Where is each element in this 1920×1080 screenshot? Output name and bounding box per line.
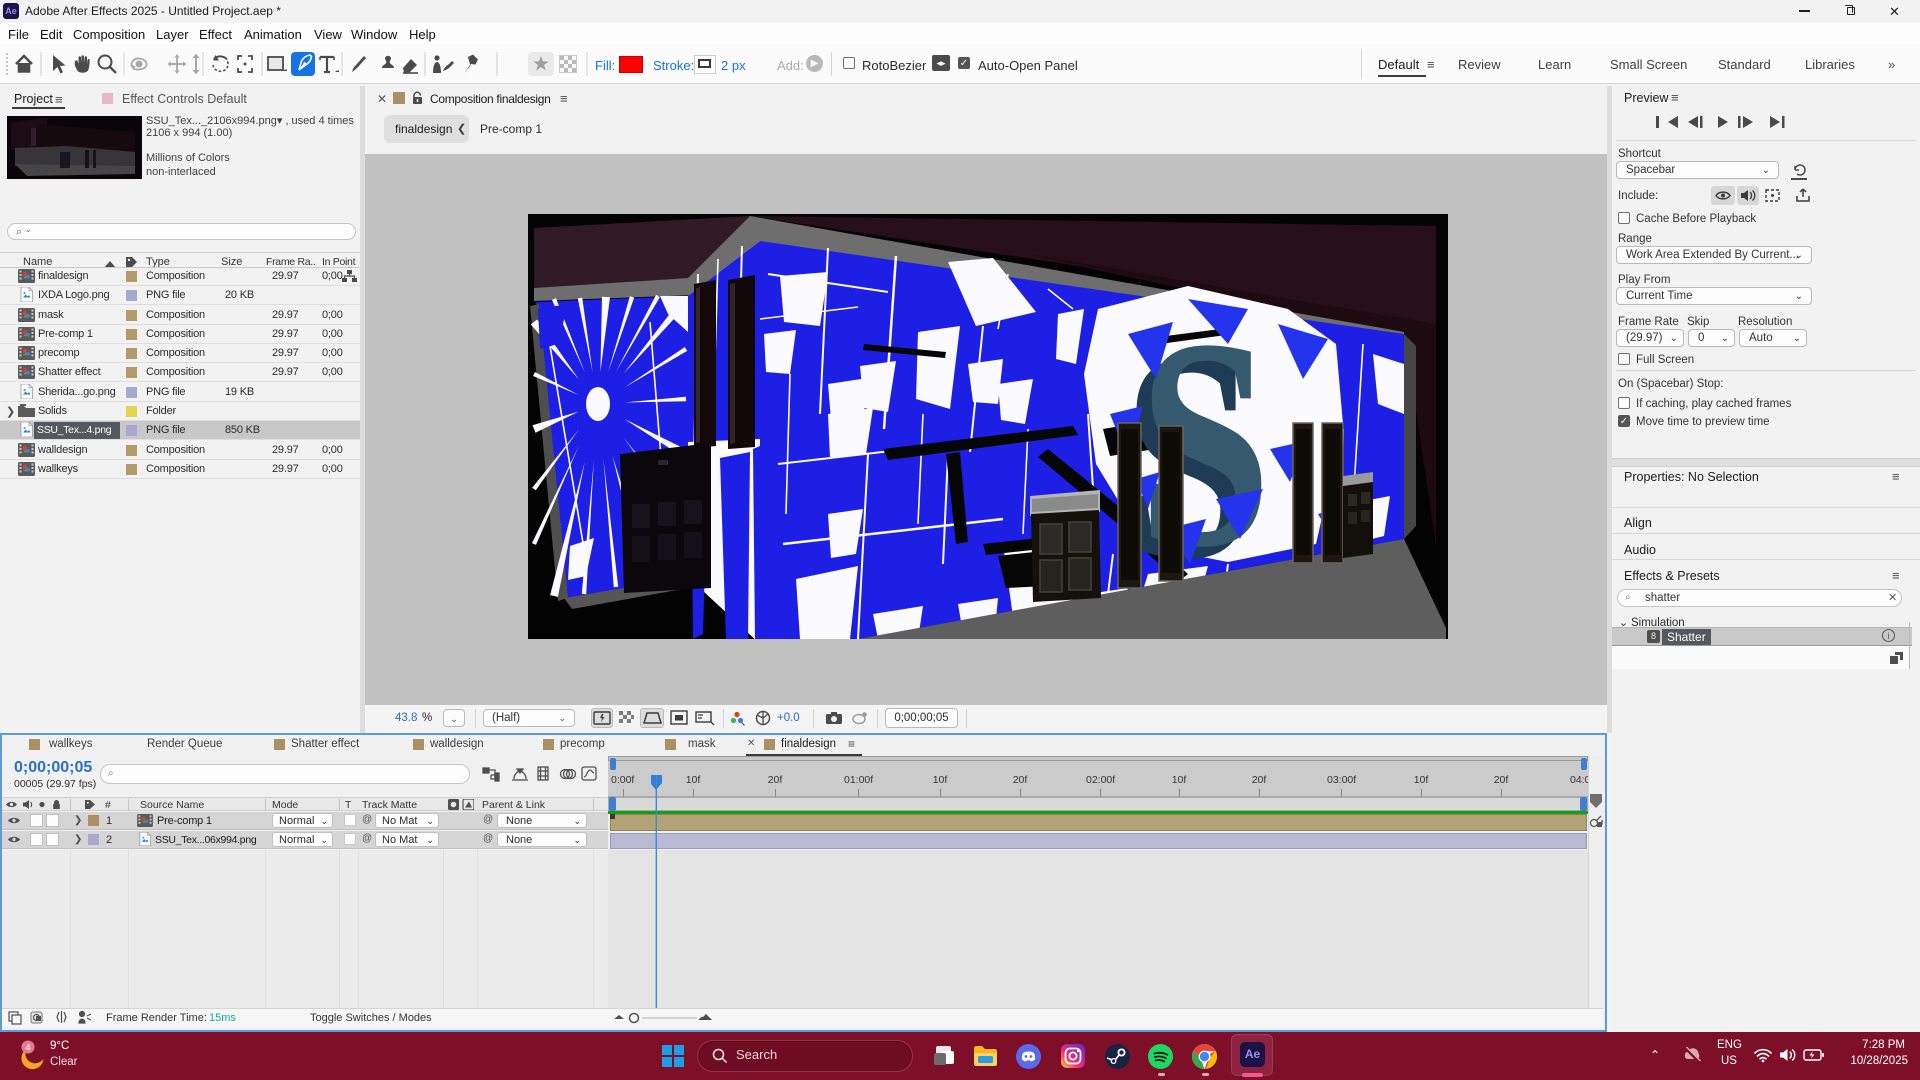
svg-text:4: 4 bbox=[25, 1043, 30, 1054]
